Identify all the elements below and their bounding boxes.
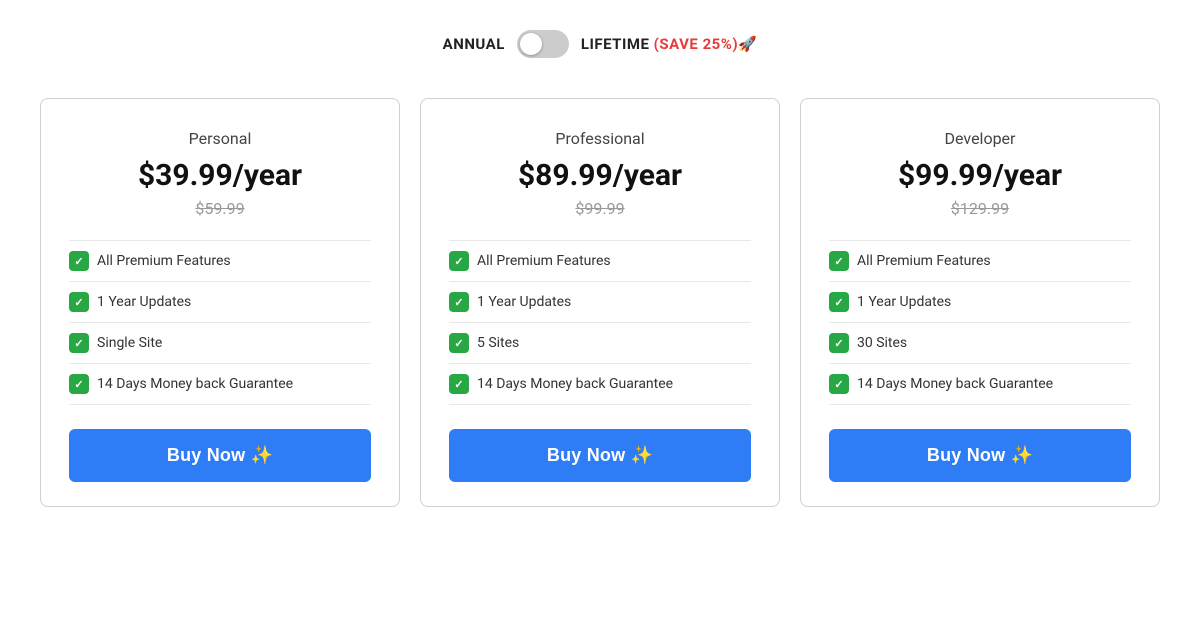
check-icon: ✓ bbox=[449, 292, 469, 312]
feature-text: 1 Year Updates bbox=[857, 294, 951, 310]
check-icon: ✓ bbox=[829, 333, 849, 353]
billing-toggle[interactable] bbox=[517, 30, 569, 58]
feature-text: 14 Days Money back Guarantee bbox=[477, 376, 673, 392]
list-item: ✓ Single Site bbox=[69, 323, 371, 364]
list-item: ✓ All Premium Features bbox=[829, 240, 1131, 282]
features-list-professional: ✓ All Premium Features ✓ 1 Year Updates ✓ 5 S… bbox=[449, 240, 751, 405]
check-icon: ✓ bbox=[449, 251, 469, 271]
feature-text: 1 Year Updates bbox=[97, 294, 191, 310]
check-icon: ✓ bbox=[69, 374, 89, 394]
toggle-thumb bbox=[520, 33, 542, 55]
feature-text: 30 Sites bbox=[857, 335, 907, 351]
plan-name-professional: Professional bbox=[449, 129, 751, 148]
list-item: ✓ 5 Sites bbox=[449, 323, 751, 364]
save-badge: (SAVE 25%)🚀 bbox=[654, 35, 758, 53]
plan-name-developer: Developer bbox=[829, 129, 1131, 148]
feature-text: All Premium Features bbox=[477, 253, 611, 269]
pricing-card-developer: Developer $99.99/year $129.99 ✓ All Premium … bbox=[800, 98, 1160, 507]
feature-text: 14 Days Money back Guarantee bbox=[857, 376, 1053, 392]
plan-original-price-professional: $99.99 bbox=[449, 199, 751, 218]
check-icon: ✓ bbox=[449, 374, 469, 394]
check-icon: ✓ bbox=[449, 333, 469, 353]
check-icon: ✓ bbox=[829, 292, 849, 312]
plan-price-personal: $39.99/year bbox=[69, 158, 371, 193]
list-item: ✓ 1 Year Updates bbox=[69, 282, 371, 323]
plan-original-price-developer: $129.99 bbox=[829, 199, 1131, 218]
buy-button-professional[interactable]: Buy Now ✨ bbox=[449, 429, 751, 482]
buy-button-personal[interactable]: Buy Now ✨ bbox=[69, 429, 371, 482]
check-icon: ✓ bbox=[829, 251, 849, 271]
pricing-card-personal: Personal $39.99/year $59.99 ✓ All Premium Fe… bbox=[40, 98, 400, 507]
list-item: ✓ All Premium Features bbox=[69, 240, 371, 282]
feature-text: Single Site bbox=[97, 335, 162, 351]
list-item: ✓ 14 Days Money back Guarantee bbox=[69, 364, 371, 405]
plan-price-professional: $89.99/year bbox=[449, 158, 751, 193]
features-list-personal: ✓ All Premium Features ✓ 1 Year Updates ✓ Sin… bbox=[69, 240, 371, 405]
annual-label: ANNUAL bbox=[443, 35, 505, 53]
list-item: ✓ 14 Days Money back Guarantee bbox=[829, 364, 1131, 405]
pricing-card-professional: Professional $89.99/year $99.99 ✓ All Premiu… bbox=[420, 98, 780, 507]
feature-text: All Premium Features bbox=[857, 253, 991, 269]
lifetime-label: LIFETIME (SAVE 25%)🚀 bbox=[581, 35, 758, 53]
check-icon: ✓ bbox=[69, 333, 89, 353]
feature-text: 1 Year Updates bbox=[477, 294, 571, 310]
list-item: ✓ 1 Year Updates bbox=[449, 282, 751, 323]
plan-original-price-personal: $59.99 bbox=[69, 199, 371, 218]
list-item: ✓ 1 Year Updates bbox=[829, 282, 1131, 323]
buy-button-developer[interactable]: Buy Now ✨ bbox=[829, 429, 1131, 482]
feature-text: All Premium Features bbox=[97, 253, 231, 269]
list-item: ✓ All Premium Features bbox=[449, 240, 751, 282]
billing-toggle-section: ANNUAL LIFETIME (SAVE 25%)🚀 bbox=[443, 30, 758, 58]
check-icon: ✓ bbox=[69, 292, 89, 312]
list-item: ✓ 14 Days Money back Guarantee bbox=[449, 364, 751, 405]
plan-price-developer: $99.99/year bbox=[829, 158, 1131, 193]
feature-text: 5 Sites bbox=[477, 335, 519, 351]
pricing-cards: Personal $39.99/year $59.99 ✓ All Premium Fe… bbox=[30, 98, 1170, 507]
plan-name-personal: Personal bbox=[69, 129, 371, 148]
feature-text: 14 Days Money back Guarantee bbox=[97, 376, 293, 392]
list-item: ✓ 30 Sites bbox=[829, 323, 1131, 364]
check-icon: ✓ bbox=[829, 374, 849, 394]
features-list-developer: ✓ All Premium Features ✓ 1 Year Updates ✓ 30 … bbox=[829, 240, 1131, 405]
check-icon: ✓ bbox=[69, 251, 89, 271]
